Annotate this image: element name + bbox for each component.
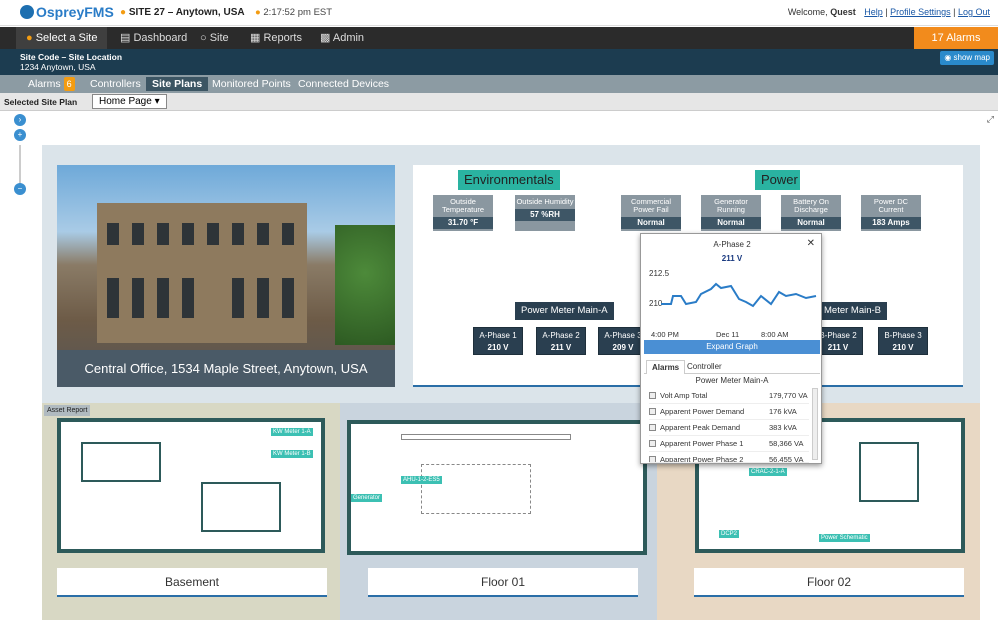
asset-report-button[interactable]: Asset Report [44,405,91,416]
alarms-button[interactable]: 17 Alarms [914,27,998,49]
location-icon: ○ [200,32,207,44]
nav-select-site[interactable]: ● Select a Site [16,27,108,49]
list-item[interactable]: Apparent Peak Demand 383 kVA [649,420,809,436]
fullscreen-icon[interactable]: ⤢ [987,114,994,125]
a-phase-2[interactable]: A-Phase 2 211 V [536,327,586,355]
tile-commercial-power-fail[interactable]: Commercial Power Fail Normal [621,195,681,231]
pin-icon: ● [26,32,33,44]
close-icon[interactable]: ✕ [807,238,815,249]
logout-link[interactable]: Log Out [958,7,990,17]
b-phase-3[interactable]: B-Phase 3 210 V [878,327,928,355]
site-address: 1234 Anytown, USA [20,62,96,72]
clock: ● 2:17:52 pm EST [255,7,333,18]
crac-tag[interactable]: CRAC-2-1-A [749,468,787,476]
power-title: Power [755,170,800,190]
power-meter-a-title: Power Meter Main-A [515,302,614,320]
dashboard-icon: ▤ [120,32,131,44]
help-link[interactable]: Help [864,7,883,17]
tab-controllers[interactable]: Controllers [84,77,147,91]
globe-icon: ◉ [944,53,952,62]
current-site: ● SITE 27 – Anytown, USA [120,7,245,18]
tile-battery-on-discharge[interactable]: Battery On Discharge Normal [781,195,841,231]
power-schematic-tag[interactable]: Power Schematic [819,534,870,542]
floor-01-floorplan[interactable]: AHU-1-2-ES5 Generator [347,420,647,555]
tile-outside-temperature[interactable]: Outside Temperature 31.70 °F [433,195,493,231]
popup-scrollbar[interactable] [812,388,818,460]
list-item[interactable]: Apparent Power Phase 2 56,455 VA [649,452,809,463]
popup-subtitle: Power Meter Main-A [695,376,769,385]
x-tick-2: Dec 11 [716,330,740,339]
site-plan-select[interactable]: Home Page ▾ [92,94,167,109]
nav-reports[interactable]: ▦ Reports [240,27,312,49]
show-map-button[interactable]: ◉ show map [940,51,994,65]
admin-icon: ▩ [320,32,331,44]
pan-right-icon[interactable]: › [14,114,26,126]
site-code: Site Code – Site Location [20,52,123,62]
x-tick-1: 4:00 PM [651,330,679,339]
site-plan-label: Selected Site Plan [4,97,78,107]
popup-tab-controller[interactable]: Controller [682,360,727,374]
alarms-count-badge: 6 [63,77,75,91]
tab-monitored-points[interactable]: Monitored Points [206,77,297,91]
site-info-bar: Site Code – Site Location 1234 Anytown, … [0,49,998,75]
tab-alarms[interactable]: Alarms 6 [22,77,81,91]
popup-tabs: Alarms Controller [644,359,820,374]
osprey-logo-icon [20,5,34,19]
basement-floorplan[interactable]: KW Meter 1-A KW Meter 1-B [57,418,325,553]
nav-site[interactable]: ○ Site [190,27,239,49]
generator-tag[interactable]: Generator [351,494,383,502]
floor-02-label[interactable]: Floor 02 [694,568,964,597]
floor-01-label[interactable]: Floor 01 [368,568,638,597]
profile-settings-link[interactable]: Profile Settings [890,7,951,17]
checkbox[interactable] [649,424,656,431]
expand-graph-button[interactable]: Expand Graph [644,340,820,354]
zoom-in-icon[interactable]: + [14,129,26,141]
tab-connected-devices[interactable]: Connected Devices [292,77,395,91]
tab-site-plans[interactable]: Site Plans [146,77,209,91]
basement-label[interactable]: Basement [57,568,327,597]
checkbox[interactable] [649,392,656,399]
phase-popup: A-Phase 2 ✕ 211 V 212.5 210 4:00 PM Dec … [640,233,822,464]
location-pin-icon: ● [120,7,127,18]
power-meter-b-title: Meter Main-B [818,302,888,320]
building-caption: Central Office, 1534 Maple Street, Anyto… [57,350,395,387]
trees [335,225,395,345]
zoom-slider-track[interactable] [19,145,21,185]
checkbox[interactable] [649,456,656,462]
tile-outside-humidity[interactable]: Outside Humidity 57 %RH [515,195,575,231]
top-bar: OspreyFMS ● SITE 27 – Anytown, USA ● 2:1… [0,0,998,26]
sparkline-chart [661,282,817,308]
checkbox[interactable] [649,408,656,415]
x-tick-3: 8:00 AM [761,330,789,339]
environmentals-title: Environmentals [458,170,560,190]
zoom-out-icon[interactable]: − [14,183,26,195]
popup-value: 211 V [721,254,743,263]
building-facade [97,203,307,343]
nav-dashboard[interactable]: ▤ Dashboard [110,27,197,49]
nav-admin[interactable]: ▩ Admin [310,27,374,49]
user-menu: Welcome, Quest Help | Profile Settings |… [787,7,990,17]
kw-meter-1b-tag[interactable]: KW Meter 1-B [271,450,313,458]
popup-tab-alarms[interactable]: Alarms [646,360,686,374]
user-name: Quest [830,7,856,17]
reports-icon: ▦ [250,32,261,44]
app-logo[interactable]: OspreyFMS [20,4,114,20]
dcp2-tag[interactable]: DCP2 [719,530,740,538]
list-item[interactable]: Volt Amp Total 179,770 VA [649,388,809,404]
tile-power-dc-current[interactable]: Power DC Current 183 Amps [861,195,921,231]
kw-meter-1a-tag[interactable]: KW Meter 1-A [271,428,313,436]
a-phase-1[interactable]: A-Phase 1 210 V [473,327,523,355]
ahu-tag[interactable]: AHU-1-2-ES5 [401,476,442,484]
checkbox[interactable] [649,440,656,447]
list-item[interactable]: Apparent Power Demand 176 kVA [649,404,809,420]
tile-generator-running[interactable]: Generator Running Normal [701,195,761,231]
main-nav: ● Select a Site ▤ Dashboard ○ Site ▦ Rep… [0,27,998,49]
site-tabs: Alarms 6 Controllers Site Plans Monitored… [0,75,998,93]
list-item[interactable]: Apparent Power Phase 1 58,366 VA [649,436,809,452]
clock-icon: ● [255,7,261,18]
popup-title: A-Phase 2 [713,240,751,249]
site-plan-bar: Selected Site Plan Home Page ▾ [0,93,998,111]
